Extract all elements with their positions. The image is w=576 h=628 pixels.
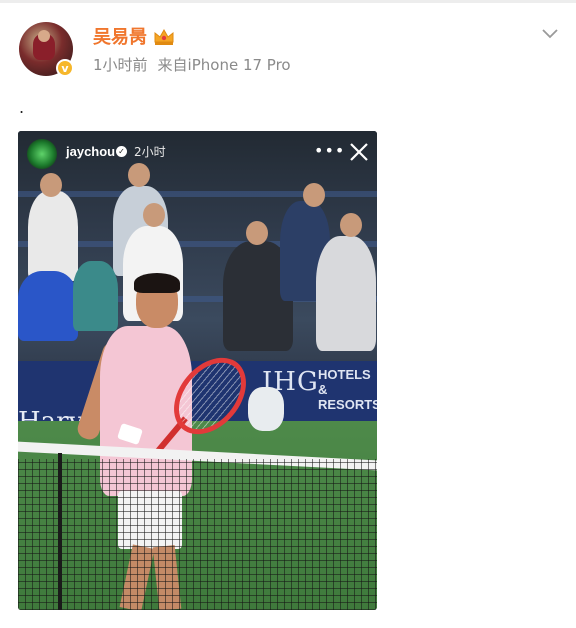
- story-verified-icon: ✓: [116, 146, 127, 157]
- post-image[interactable]: IHG HOTELS & RESORTS Harvey jaychou ✓ 2小…: [18, 131, 377, 610]
- net-post: [58, 453, 62, 610]
- chevron-down-icon[interactable]: [541, 28, 559, 40]
- tennis-net: [18, 459, 377, 610]
- story-username[interactable]: jaychou: [66, 144, 115, 160]
- top-divider: [0, 0, 576, 3]
- post-meta: 1小时前 来自iPhone 17 Pro: [93, 55, 291, 75]
- post-source[interactable]: 来自iPhone 17 Pro: [158, 56, 291, 74]
- post-time: 1小时前: [93, 56, 148, 74]
- spectator: [28, 191, 78, 281]
- spectator-head: [303, 183, 325, 207]
- spectator-head: [246, 221, 268, 245]
- banner-line1: HOTELS &: [318, 367, 371, 397]
- spectator: [73, 261, 118, 331]
- spectator-head: [128, 163, 150, 187]
- towel: [248, 387, 284, 431]
- player-hair: [134, 273, 180, 293]
- post-text: .: [19, 98, 25, 117]
- spectator-head: [143, 203, 165, 227]
- spectator: [316, 236, 376, 351]
- spectator: [18, 271, 78, 341]
- spectator-head: [40, 173, 62, 197]
- crown-icon: [154, 28, 174, 45]
- avatar-face: [38, 30, 50, 42]
- more-dots-icon[interactable]: •••: [314, 143, 345, 159]
- verified-badge-icon: v: [56, 59, 74, 77]
- spectator-head: [340, 213, 362, 237]
- banner-line2: RESORTS: [318, 397, 377, 412]
- close-icon[interactable]: [348, 141, 370, 163]
- username[interactable]: 吴易昺: [93, 27, 147, 49]
- banner-lines: HOTELS & RESORTS: [318, 367, 377, 412]
- story-time: 2小时: [134, 145, 166, 159]
- story-avatar[interactable]: [27, 139, 57, 169]
